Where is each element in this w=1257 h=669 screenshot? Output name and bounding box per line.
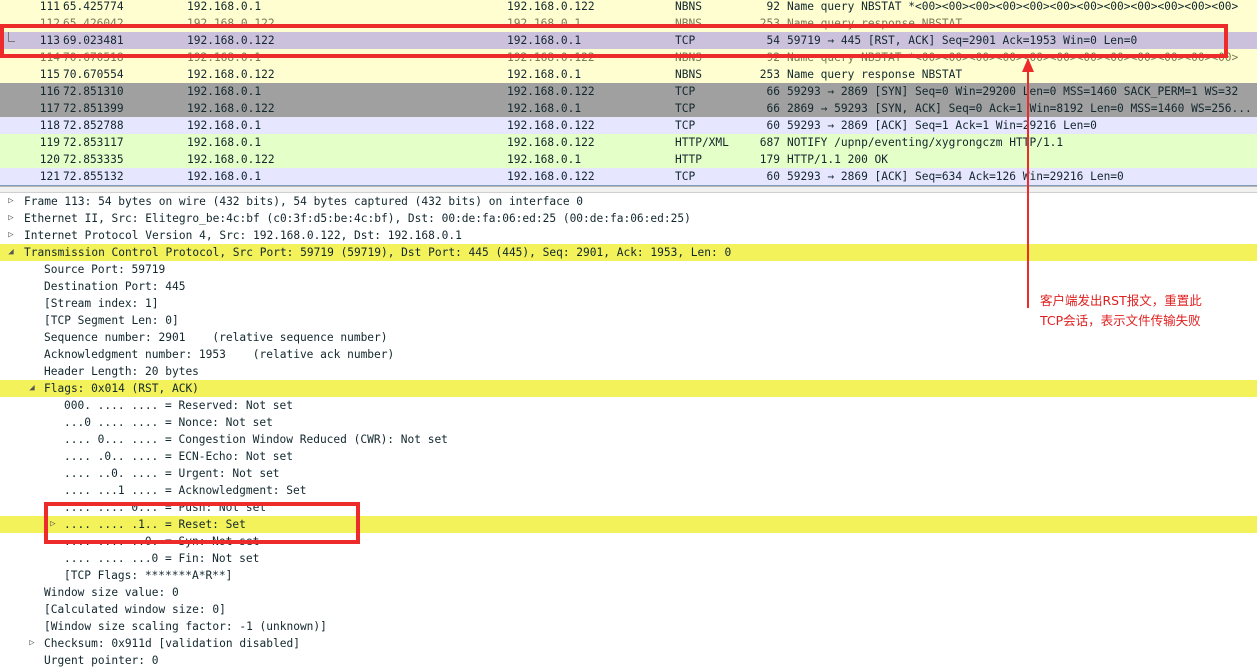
annotation-arrow [1022,58,1034,308]
annotation-note: 客户端发出RST报文，重置此 TCP会话，表示文件传输失败 [1040,293,1202,328]
annotation-arrow-head [1022,58,1034,72]
